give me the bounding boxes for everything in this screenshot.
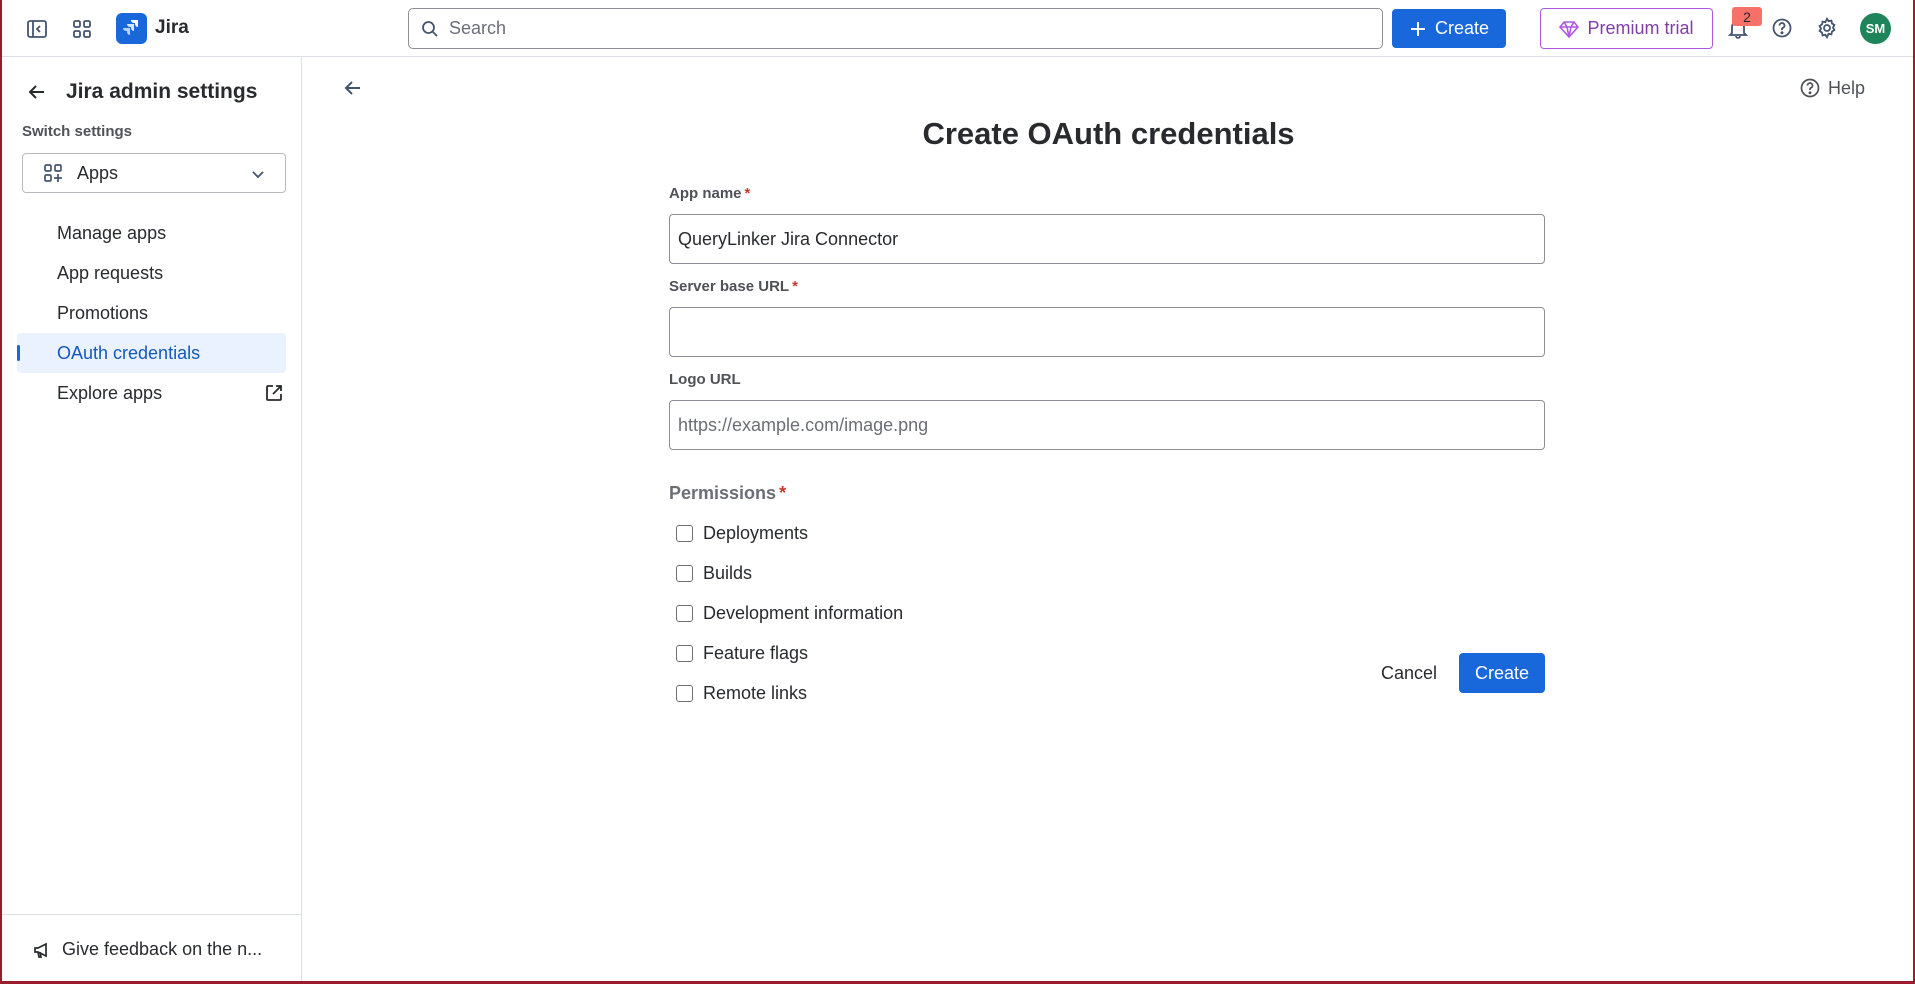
give-feedback-label: Give feedback on the n... [62,939,263,959]
permission-development-information-checkbox[interactable]: Development information [669,593,1545,633]
server-base-url-input[interactable] [669,307,1545,357]
checkbox-label: Remote links [703,682,808,703]
checkbox-box[interactable] [676,644,693,662]
external-link-icon [266,385,282,401]
help-link[interactable]: Help [1799,75,1865,101]
sidebar-toggle-icon[interactable] [22,14,52,44]
help-icon [1800,78,1820,98]
settings-switcher-select[interactable]: Apps [22,153,286,193]
app-name: Jira [155,17,189,38]
sidebar-item-label: App requests [57,262,164,283]
app-name-label-text: App name [669,185,742,202]
permission-deployments-checkbox[interactable]: Deployments [669,513,1545,553]
sidebar-item-label: Explore apps [57,382,163,403]
premium-trial-label: Premium trial [1587,18,1694,38]
checkbox-label: Development information [703,602,904,623]
sidebar-header: Jira admin settings [22,75,257,109]
create-credentials-button[interactable]: Create [1459,653,1545,693]
permission-builds-checkbox[interactable]: Builds [669,553,1545,593]
switch-settings-label: Switch settings [22,123,133,140]
sidebar-item-label: OAuth credentials [57,342,201,363]
diamond-icon [1559,20,1580,38]
back-arrow-icon[interactable] [338,73,368,103]
checkbox-label: Builds [703,562,753,583]
logo-url-label: Logo URL [669,371,741,388]
admin-nav: Manage apps App requests Promotions OAut… [17,213,286,413]
sidebar: Jira admin settings Switch settings Apps… [0,57,302,984]
back-arrow-icon[interactable] [22,77,52,107]
give-feedback-button[interactable]: Give feedback on the n... [0,914,301,984]
permissions-label-text: Permissions [669,483,777,503]
chevron-down-icon [252,171,264,179]
permissions-label: Permissions * [669,483,1545,507]
checkbox-label: Feature flags [703,642,809,663]
sidebar-item-app-requests[interactable]: App requests [17,253,286,293]
jira-logo[interactable]: Jira [116,12,189,44]
sidebar-item-promotions[interactable]: Promotions [17,293,286,333]
oauth-credentials-form: App name* Server base URL* Logo URL Perm… [669,185,1545,713]
checkbox-label: Deployments [703,522,809,543]
sidebar-item-oauth-credentials[interactable]: OAuth credentials [17,333,286,373]
megaphone-icon [34,942,47,958]
cancel-button[interactable]: Cancel [1369,653,1449,693]
plus-icon [1410,21,1425,36]
checkbox-box[interactable] [676,604,693,622]
required-asterisk: * [779,483,787,503]
server-base-url-label-text: Server base URL [669,278,790,295]
create-button-label: Create [1434,18,1490,38]
checkbox-box[interactable] [676,564,693,582]
jira-logo-icon [116,12,147,44]
search-icon [420,19,440,44]
settings-gear-icon[interactable] [1811,12,1843,44]
top-navigation: Jira Create Premium trial 2 [0,0,1915,57]
required-asterisk: * [792,278,798,295]
settings-switcher-value: Apps [77,162,119,183]
app-switcher-icon[interactable] [67,14,97,44]
app-name-input[interactable] [669,214,1545,264]
required-asterisk: * [744,185,751,202]
logo-url-input[interactable] [669,400,1545,450]
search-input[interactable] [449,18,1382,39]
help-link-label: Help [1828,77,1866,98]
checkbox-box[interactable] [676,684,693,702]
user-avatar[interactable]: SM [1860,13,1891,44]
checkbox-box[interactable] [676,524,693,542]
sidebar-item-label: Promotions [57,302,149,323]
sidebar-item-manage-apps[interactable]: Manage apps [17,213,286,253]
create-button[interactable]: Create [1392,9,1506,48]
page-title: Create OAuth credentials [922,116,1295,151]
apps-icon [44,164,62,182]
server-base-url-label: Server base URL * [669,278,1545,298]
premium-trial-button[interactable]: Premium trial [1540,8,1713,49]
notification-count-badge: 2 [1732,7,1762,26]
sidebar-item-label: Manage apps [57,222,167,243]
app-name-label: App name * [669,185,1545,205]
main-content: Help Create OAuth credentials App name * … [302,57,1915,984]
help-icon[interactable] [1766,12,1798,44]
search-bar[interactable] [408,8,1383,49]
sidebar-title: Jira admin settings [66,80,258,103]
sidebar-item-explore-apps[interactable]: Explore apps [17,373,286,413]
